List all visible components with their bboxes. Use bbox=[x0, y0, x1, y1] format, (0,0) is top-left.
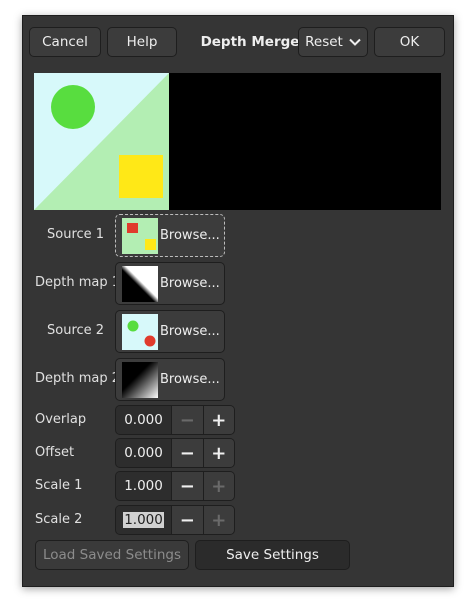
preview-image bbox=[34, 73, 441, 210]
cancel-button-label: Cancel bbox=[42, 34, 88, 50]
ok-button[interactable]: OK bbox=[374, 27, 445, 57]
load-saved-settings-label: Load Saved Settings bbox=[42, 547, 182, 563]
minus-icon: − bbox=[179, 442, 195, 464]
plus-icon: + bbox=[211, 509, 227, 531]
source-2-thumbnail bbox=[122, 313, 158, 350]
help-button-label: Help bbox=[126, 34, 158, 50]
scale-1-value: 1.000 bbox=[124, 478, 163, 494]
scale-2-label: Scale 2 bbox=[35, 512, 83, 527]
scale-1-plus-button[interactable]: + bbox=[202, 472, 234, 500]
scale-2-plus-button[interactable]: + bbox=[202, 506, 234, 534]
source-1-browse-label: Browse... bbox=[160, 228, 220, 243]
offset-value: 0.000 bbox=[124, 445, 163, 461]
reset-button-label: Reset bbox=[305, 34, 343, 50]
scale-1-spinbutton: 1.000 − + bbox=[115, 471, 235, 501]
depth-merge-dialog: Cancel Help Depth Merge Reset OK Source … bbox=[22, 15, 454, 587]
overlap-value: 0.000 bbox=[124, 412, 163, 428]
preview-area bbox=[34, 73, 441, 210]
cancel-button[interactable]: Cancel bbox=[29, 27, 101, 57]
depth-map-1-thumbnail bbox=[122, 265, 158, 302]
offset-label: Offset bbox=[35, 445, 75, 460]
source-2-label: Source 2 bbox=[47, 323, 105, 338]
depth-map-1-browse-label: Browse... bbox=[160, 276, 220, 291]
depth-map-2-label: Depth map 2 bbox=[35, 371, 121, 386]
offset-plus-button[interactable]: + bbox=[202, 439, 234, 467]
source-2-browse-button[interactable]: Browse... bbox=[115, 310, 225, 353]
scale-1-value-field[interactable]: 1.000 bbox=[116, 472, 172, 500]
source-1-label: Source 1 bbox=[47, 227, 105, 242]
source-2-browse-label: Browse... bbox=[160, 324, 220, 339]
offset-spinbutton: 0.000 − + bbox=[115, 438, 235, 468]
depth-map-1-label: Depth map 1 bbox=[35, 275, 121, 290]
save-settings-label: Save Settings bbox=[226, 547, 319, 563]
plus-icon: + bbox=[211, 475, 227, 497]
scale-2-spinbutton: 1.000 − + bbox=[115, 505, 235, 535]
plus-icon: + bbox=[211, 442, 227, 464]
overlap-value-field[interactable]: 0.000 bbox=[116, 406, 172, 434]
offset-minus-button[interactable]: − bbox=[171, 439, 203, 467]
help-button[interactable]: Help bbox=[107, 27, 177, 57]
minus-icon: − bbox=[179, 509, 195, 531]
chevron-down-icon bbox=[349, 34, 361, 50]
depth-map-2-browse-button[interactable]: Browse... bbox=[115, 358, 225, 401]
scale-1-minus-button[interactable]: − bbox=[171, 472, 203, 500]
load-saved-settings-button[interactable]: Load Saved Settings bbox=[35, 540, 189, 570]
scale-1-label: Scale 1 bbox=[35, 478, 83, 493]
dialog-title: Depth Merge bbox=[200, 34, 300, 50]
depth-map-2-thumbnail bbox=[122, 361, 158, 398]
depth-map-1-browse-button[interactable]: Browse... bbox=[115, 262, 225, 305]
save-settings-button[interactable]: Save Settings bbox=[195, 540, 350, 570]
minus-icon: − bbox=[179, 475, 195, 497]
scale-2-value: 1.000 bbox=[123, 512, 164, 528]
source-1-thumbnail bbox=[122, 217, 158, 254]
overlap-label: Overlap bbox=[35, 412, 87, 427]
scale-2-value-field[interactable]: 1.000 bbox=[116, 506, 172, 534]
overlap-minus-button[interactable]: − bbox=[171, 406, 203, 434]
depth-map-2-browse-label: Browse... bbox=[160, 372, 220, 387]
reset-button[interactable]: Reset bbox=[298, 27, 368, 57]
offset-value-field[interactable]: 0.000 bbox=[116, 439, 172, 467]
ok-button-label: OK bbox=[399, 34, 420, 50]
source-1-browse-button[interactable]: Browse... bbox=[115, 214, 225, 257]
scale-2-minus-button[interactable]: − bbox=[171, 506, 203, 534]
minus-icon: − bbox=[179, 409, 195, 431]
overlap-plus-button[interactable]: + bbox=[202, 406, 234, 434]
overlap-spinbutton: 0.000 − + bbox=[115, 405, 235, 435]
plus-icon: + bbox=[211, 409, 227, 431]
